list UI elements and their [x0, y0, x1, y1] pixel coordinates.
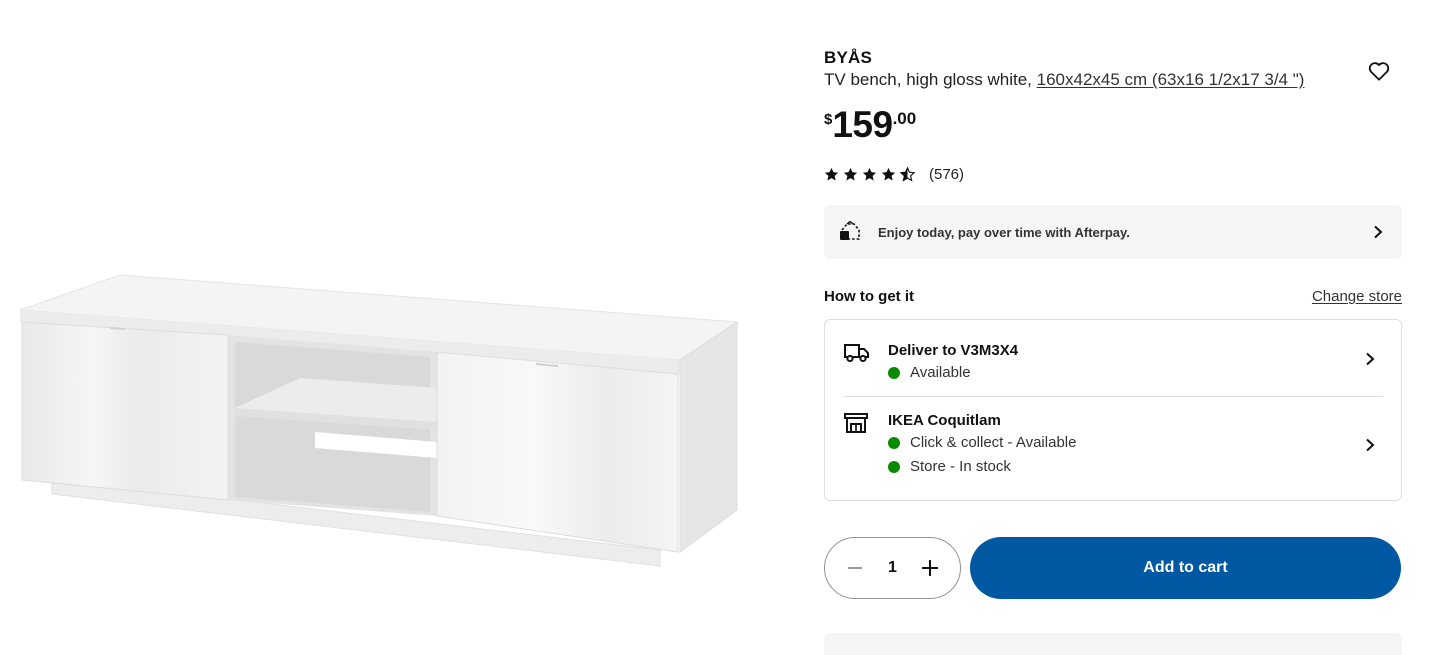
- heart-icon: [1368, 62, 1390, 81]
- favorite-button[interactable]: [1364, 56, 1394, 86]
- store-status-stock: Store - In stock: [888, 457, 1076, 477]
- product-image: [0, 0, 790, 655]
- in-stock-dot-icon: [888, 461, 900, 473]
- store-icon: [844, 413, 868, 433]
- store-title: IKEA Coquitlam: [888, 412, 1001, 429]
- quantity-value[interactable]: 1: [888, 559, 897, 577]
- price-decimal: .00: [892, 109, 917, 128]
- store-option[interactable]: IKEA Coquitlam Click & collect - Availab…: [825, 397, 1401, 501]
- price-integer: 159: [832, 104, 893, 145]
- available-dot-icon: [888, 437, 900, 449]
- star-full-icon: [824, 167, 839, 180]
- store-status-stock-text: Store - In stock: [910, 458, 1011, 475]
- quantity-stepper: 1: [824, 537, 961, 599]
- how-to-get-title: How to get it: [824, 288, 914, 305]
- plus-icon: [922, 560, 938, 576]
- afterpay-icon: [840, 221, 860, 240]
- product-name: BYÅS: [824, 48, 873, 67]
- afterpay-banner[interactable]: Enjoy today, pay over time with Afterpay…: [824, 205, 1402, 259]
- increase-quantity-button[interactable]: [918, 556, 942, 580]
- store-status-collect: Click & collect - Available: [888, 433, 1076, 453]
- truck-icon: [844, 344, 869, 363]
- chevron-right-icon: [1366, 438, 1375, 452]
- delivery-title: Deliver to V3M3X4: [888, 342, 1019, 359]
- star-full-icon: [843, 167, 858, 180]
- store-status-collect-text: Click & collect - Available: [910, 434, 1077, 451]
- product-rating[interactable]: (576): [824, 164, 964, 184]
- decrease-quantity-button[interactable]: [843, 556, 867, 580]
- star-full-icon: [881, 167, 896, 180]
- available-dot-icon: [888, 367, 900, 379]
- product-info-panel: BYÅS TV bench, high gloss white, 160x42x…: [824, 0, 1402, 655]
- product-price: $ 159 .00: [824, 106, 916, 143]
- star-half-icon: [900, 166, 915, 182]
- product-description-text: TV bench, high gloss white,: [824, 70, 1037, 89]
- afterpay-text: Enjoy today, pay over time with Afterpay…: [878, 224, 1130, 240]
- change-store-link[interactable]: Change store: [1312, 288, 1402, 305]
- product-description: TV bench, high gloss white, 160x42x45 cm…: [824, 70, 1304, 90]
- rating-count: (576): [929, 165, 965, 183]
- star-full-icon: [862, 167, 877, 180]
- delivery-option[interactable]: Deliver to V3M3X4 Available: [825, 320, 1401, 396]
- next-section-panel: [824, 633, 1402, 655]
- availability-box: Deliver to V3M3X4 Available IKEA Coquitl…: [824, 319, 1402, 501]
- rating-stars: [824, 166, 915, 182]
- delivery-status-text: Available: [910, 364, 971, 381]
- minus-icon: [848, 567, 862, 569]
- product-measurements-link[interactable]: 160x42x45 cm (63x16 1/2x17 3/4 "): [1037, 70, 1305, 89]
- delivery-status: Available: [888, 363, 1018, 383]
- price-currency: $: [824, 111, 833, 128]
- delivery-content: Deliver to V3M3X4 Available: [888, 341, 1018, 383]
- add-to-cart-button[interactable]: Add to cart: [970, 537, 1401, 599]
- chevron-right-icon: [1366, 352, 1375, 366]
- chevron-right-icon: [1374, 225, 1383, 239]
- tv-bench-illustration: [19, 274, 739, 567]
- store-content: IKEA Coquitlam Click & collect - Availab…: [888, 411, 1076, 477]
